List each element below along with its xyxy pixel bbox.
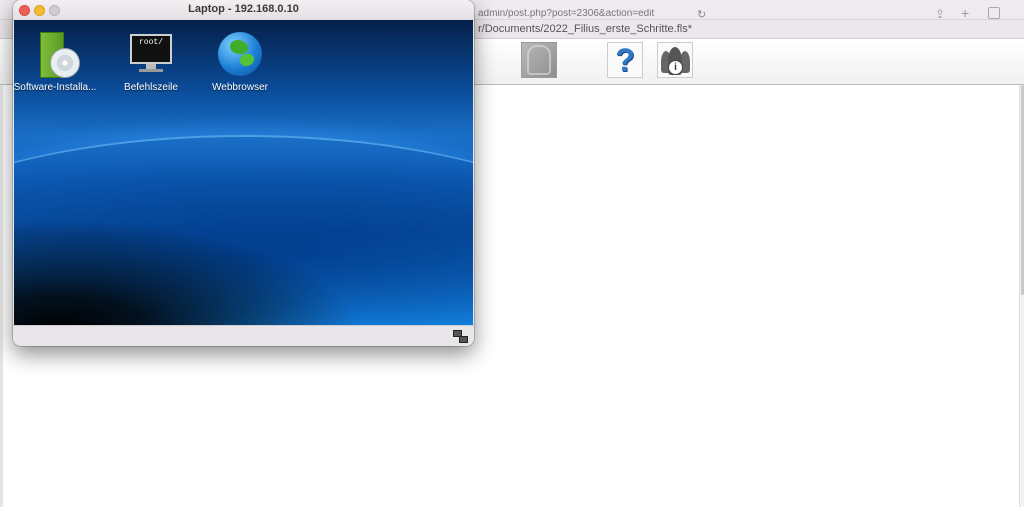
laptop-statusbar [13, 325, 474, 346]
filius-window-title: r/Documents/2022_Filius_erste_Schritte.f… [478, 23, 692, 35]
desktop-icon-web-browser[interactable]: Webbrowser [192, 32, 288, 93]
help-icon[interactable]: ? [607, 42, 643, 78]
laptop-desktop: Software-Installa... root/ Befehlszeile … [14, 20, 473, 325]
terminal-icon: root/ [126, 32, 176, 78]
desktop-icon-command-line[interactable]: root/ Befehlszeile [103, 32, 199, 93]
tab-overview-icon[interactable] [988, 7, 1000, 19]
desktop-icon-label: Befehlszeile [124, 82, 178, 93]
info-glyph: i [668, 60, 683, 75]
left-panel-edge [0, 85, 3, 507]
address-bar[interactable]: admin/post.php?post=2306&action=edit [478, 9, 708, 19]
software-install-icon [30, 32, 80, 78]
laptop-window-title: Laptop - 192.168.0.10 [188, 3, 299, 15]
wallpaper-arc [14, 135, 473, 325]
new-tab-icon[interactable]: + [961, 5, 969, 21]
desktop-icon-label: Software-Installa... [14, 82, 97, 93]
vertical-scrollbar[interactable] [1019, 85, 1024, 507]
laptop-window-titlebar[interactable]: Laptop - 192.168.0.10 [13, 0, 474, 21]
laptop-window: Laptop - 192.168.0.10 Software-Installa.… [13, 0, 474, 346]
terminal-screen-text: root/ [130, 34, 172, 64]
desktop-icon-label: Webbrowser [212, 82, 268, 93]
network-connection-icon [453, 330, 468, 343]
cable-tool-icon[interactable] [521, 42, 557, 78]
web-browser-globe-icon [215, 32, 265, 78]
share-icon[interactable]: ⇪ [935, 7, 945, 21]
desktop-icon-software-install[interactable]: Software-Installa... [14, 32, 103, 93]
info-icon[interactable]: i [657, 42, 693, 78]
